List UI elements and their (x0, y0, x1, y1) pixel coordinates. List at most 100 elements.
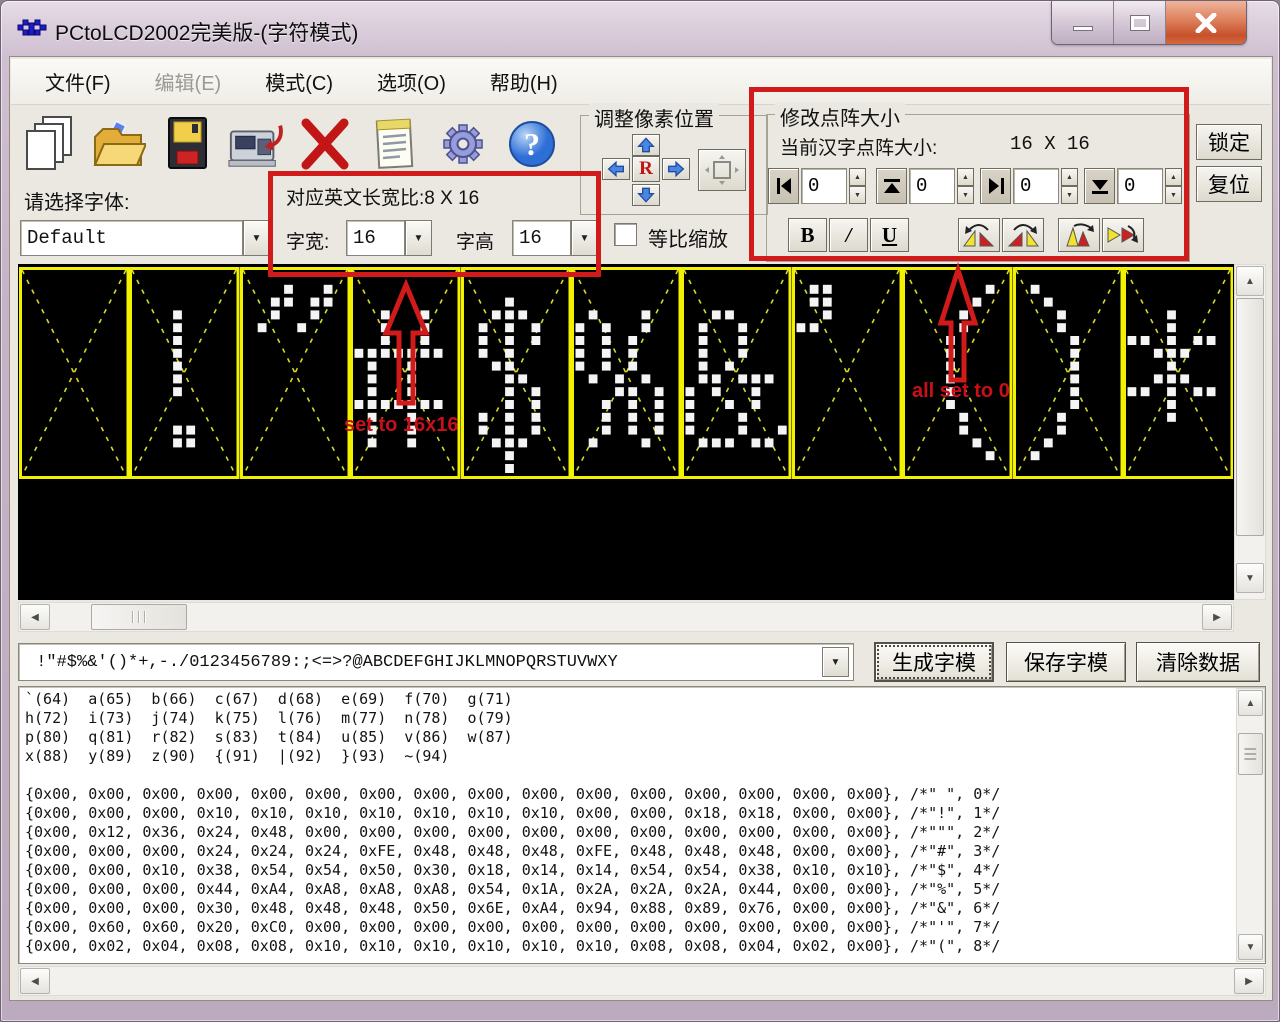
char-string-input[interactable] (19, 652, 822, 673)
scroll-down-button[interactable]: ▼ (1236, 563, 1264, 593)
glyph-cell[interactable] (129, 267, 239, 479)
rotate-left-button[interactable] (958, 218, 1000, 252)
char-string-dropdown-button[interactable]: ▼ (822, 647, 849, 677)
glyph-cell[interactable] (240, 267, 350, 479)
trim-top-field[interactable]: 0 (909, 168, 955, 204)
font-data-output[interactable]: `(64) a(65) b(66) c(67) d(68) e(69) f(70… (18, 686, 1266, 964)
spin-up-icon[interactable]: ▲ (849, 168, 866, 186)
glyph-cell[interactable] (792, 267, 902, 479)
menu-mode[interactable]: 模式(C) (249, 61, 349, 102)
generate-font-button[interactable]: 生成字模 (874, 642, 994, 682)
glyph-cell[interactable] (681, 267, 791, 479)
delete-x-icon (297, 113, 353, 175)
scale-checkbox[interactable] (614, 223, 637, 246)
center-reset-button[interactable]: R (632, 156, 660, 182)
menu-help[interactable]: 帮助(H) (474, 61, 574, 102)
preview-horizontal-scrollbar[interactable]: ◀ ▶ (18, 602, 1234, 632)
char-width-dropdown-button[interactable]: ▼ (405, 220, 432, 256)
font-select-combo[interactable]: Default ▼ (20, 220, 270, 256)
minimize-button[interactable] (1052, 1, 1114, 44)
glyph-cell[interactable] (461, 267, 571, 479)
scroll-up-button[interactable]: ▲ (1236, 266, 1264, 296)
move-up-button[interactable] (632, 134, 660, 156)
maximize-button[interactable] (1114, 1, 1166, 44)
trim-left-spinner[interactable]: ▲▼ (849, 168, 866, 204)
new-document-button[interactable] (20, 111, 78, 177)
bold-button[interactable]: B (788, 218, 827, 252)
menu-options[interactable]: 选项(O) (361, 61, 462, 102)
settings-button[interactable] (434, 111, 492, 177)
scrollbar-thumb[interactable] (1238, 733, 1263, 775)
open-file-button[interactable] (89, 111, 147, 177)
trim-right-field[interactable]: 0 (1013, 168, 1059, 204)
glyph-preview-area[interactable] (18, 264, 1234, 600)
spin-up-icon[interactable]: ▲ (1061, 168, 1078, 186)
title-bar[interactable]: PCtoLCD2002完美版-(字符模式) (1, 1, 1279, 56)
export-save-icon (227, 113, 285, 175)
trim-top-button[interactable] (876, 168, 907, 204)
scroll-down-icon: ▼ (1245, 573, 1255, 584)
rotate-right-button[interactable] (1002, 218, 1044, 252)
flip-vertical-button[interactable] (1058, 218, 1100, 252)
close-button[interactable] (1166, 1, 1246, 44)
font-select-dropdown-button[interactable]: ▼ (243, 220, 270, 256)
output-vertical-scrollbar[interactable]: ▲ ▼ (1236, 688, 1265, 962)
menu-bar: 文件(F) 编辑(E) 模式(C) 选项(O) 帮助(H) (11, 59, 1271, 105)
glyph-cell[interactable] (350, 267, 460, 479)
close-icon (1194, 13, 1218, 33)
glyph-cell[interactable] (1013, 267, 1123, 479)
char-width-combo[interactable]: 16 ▼ (346, 220, 432, 256)
save-button[interactable] (158, 111, 216, 177)
output-horizontal-scrollbar[interactable]: ◀ ▶ (18, 966, 1266, 996)
move-right-button[interactable] (662, 158, 690, 180)
spin-down-icon[interactable]: ▼ (1061, 186, 1078, 204)
underline-button[interactable]: U (870, 218, 909, 252)
spin-down-icon[interactable]: ▼ (957, 186, 974, 204)
toolbar: ? (20, 111, 561, 177)
spin-up-icon[interactable]: ▲ (957, 168, 974, 186)
scroll-up-button[interactable]: ▲ (1238, 690, 1263, 716)
scrollbar-thumb[interactable] (1236, 298, 1264, 536)
scrollbar-thumb[interactable] (91, 604, 187, 630)
trim-right-button[interactable] (980, 168, 1011, 204)
scroll-down-button[interactable]: ▼ (1238, 934, 1263, 960)
italic-button[interactable]: / (829, 218, 868, 252)
spin-down-icon[interactable]: ▼ (849, 186, 866, 204)
trim-top-spinner[interactable]: ▲▼ (957, 168, 974, 204)
trim-bottom-spinner[interactable]: ▲▼ (1165, 168, 1182, 204)
scroll-left-button[interactable]: ◀ (20, 604, 50, 630)
preview-vertical-scrollbar[interactable]: ▲ ▼ (1234, 264, 1266, 600)
spin-down-icon[interactable]: ▼ (1165, 186, 1182, 204)
trim-bottom-field[interactable]: 0 (1117, 168, 1163, 204)
trim-right-spinner[interactable]: ▲▼ (1061, 168, 1078, 204)
trim-left-button[interactable] (768, 168, 799, 204)
delete-button[interactable] (296, 111, 354, 177)
open-file-icon (90, 113, 146, 175)
char-height-dropdown-button[interactable]: ▼ (571, 220, 598, 256)
scroll-right-button[interactable]: ▶ (1234, 968, 1264, 994)
flip-horizontal-button[interactable] (1102, 218, 1144, 252)
clear-data-button[interactable]: 清除数据 (1136, 642, 1260, 682)
report-button[interactable] (365, 111, 423, 177)
trim-left-field[interactable]: 0 (801, 168, 847, 204)
glyph-cell[interactable] (19, 267, 129, 479)
save-font-button[interactable]: 保存字模 (1006, 642, 1126, 682)
glyph-cell[interactable] (571, 267, 681, 479)
lock-button[interactable]: 锁定 (1196, 124, 1262, 160)
menu-file[interactable]: 文件(F) (29, 61, 127, 102)
char-string-combo[interactable]: ▼ (18, 643, 854, 681)
scroll-left-button[interactable]: ◀ (20, 968, 50, 994)
glyph-cell[interactable] (902, 267, 1012, 479)
glyph-cell[interactable] (1123, 267, 1233, 479)
export-save-button[interactable] (227, 111, 285, 177)
char-height-combo[interactable]: 16 ▼ (512, 220, 598, 256)
scroll-up-icon: ▲ (1245, 276, 1255, 287)
help-button[interactable]: ? (503, 111, 561, 177)
move-down-button[interactable] (632, 184, 660, 206)
spin-up-icon[interactable]: ▲ (1165, 168, 1182, 186)
trim-bottom-button[interactable] (1084, 168, 1115, 204)
scroll-right-button[interactable]: ▶ (1202, 604, 1232, 630)
move-left-button[interactable] (602, 158, 630, 180)
fit-center-button[interactable] (698, 149, 746, 191)
reset-button[interactable]: 复位 (1196, 166, 1262, 202)
